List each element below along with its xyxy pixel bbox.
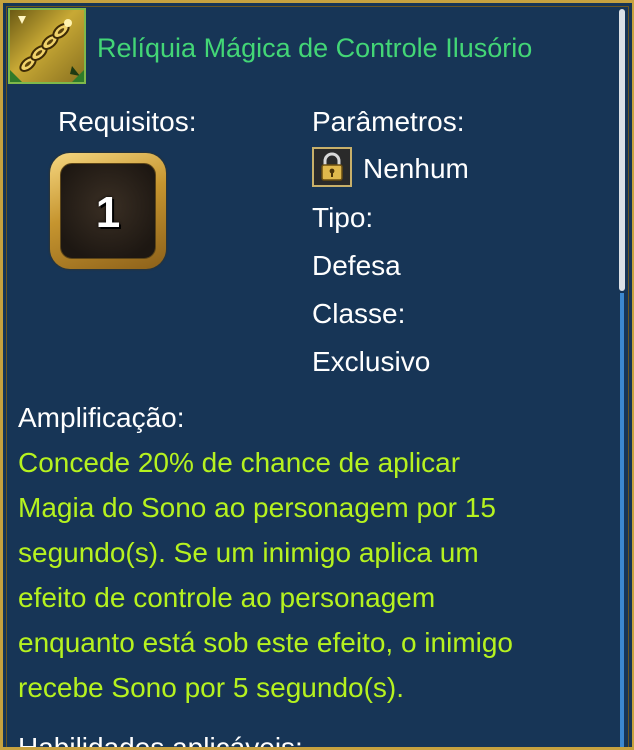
parameters-value: Nenhum [363,153,469,184]
item-title: Relíquia Mágica de Controle Ilusório [97,33,533,63]
applicable-skills-heading: Habilidades aplicáveis: [18,732,303,750]
item-tooltip-panel: Relíquia Mágica de Controle Ilusório Req… [0,0,634,750]
scrollbar-track[interactable] [620,293,624,747]
chain-relic-icon [8,8,86,84]
level-requirement-badge: 1 [50,153,166,269]
class-label: Classe: [312,298,406,329]
class-value: Exclusivo [312,346,431,377]
scrollbar[interactable] [617,3,629,747]
type-label: Tipo: [312,202,374,233]
type-value: Defesa [312,250,401,281]
amplification-label: Amplificação: [18,402,185,433]
required-level-value: 1 [95,188,121,237]
lock-icon [312,147,352,187]
level-badge-face: 1 [60,163,156,259]
parameters-label: Parâmetros: [312,106,465,137]
scrollbar-thumb[interactable] [619,9,625,291]
amplification-effect-text: Concede 20% de chance de aplicar Magia d… [18,447,514,703]
requirements-label: Requisitos: [58,106,197,137]
